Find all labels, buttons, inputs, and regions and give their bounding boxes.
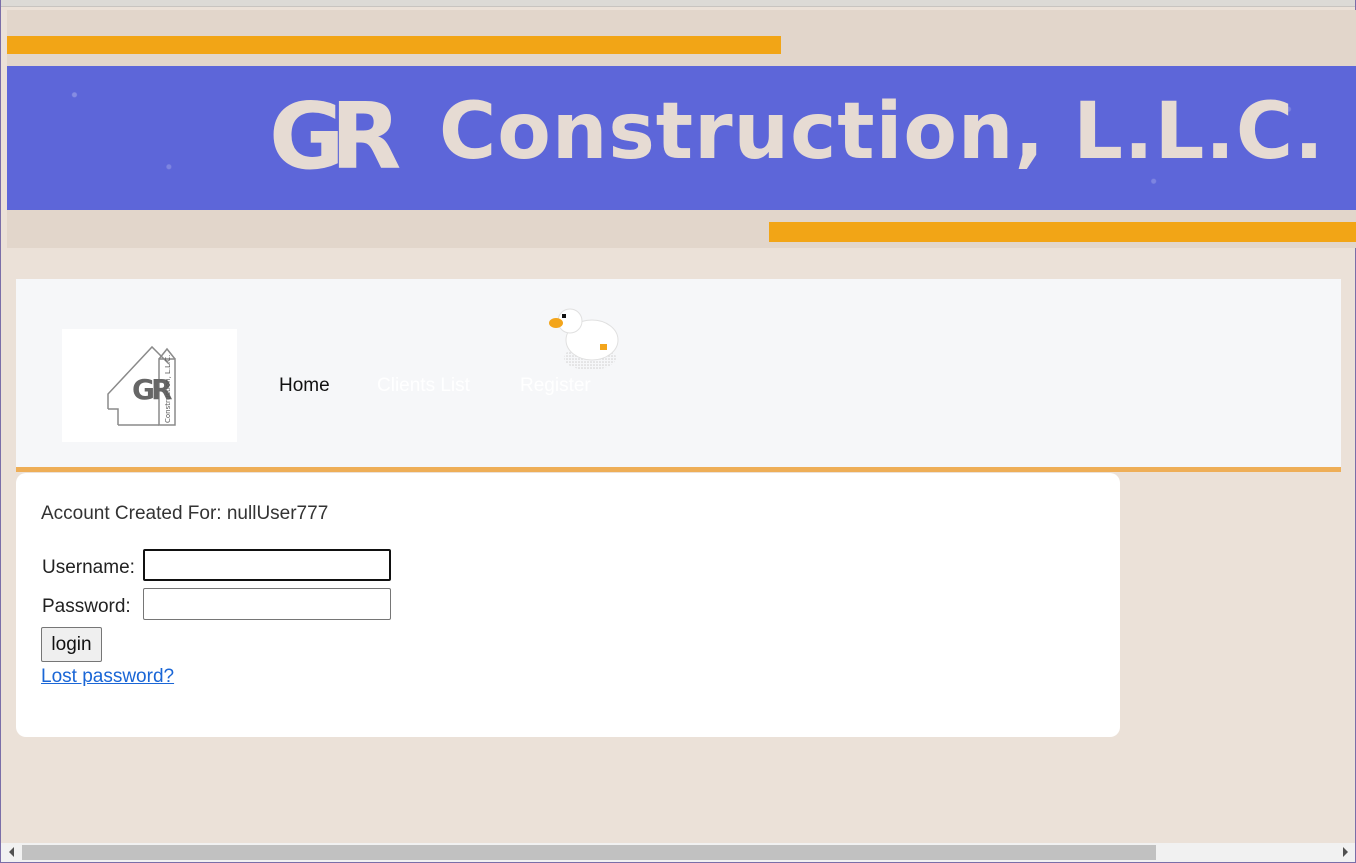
banner-stripe-top — [7, 36, 781, 54]
lost-password-link[interactable]: Lost password? — [41, 666, 174, 688]
password-input[interactable] — [143, 588, 391, 620]
banner-stripe-bottom — [769, 222, 1356, 242]
nav-link-home[interactable]: Home — [279, 375, 330, 397]
chevron-left-icon[interactable] — [9, 847, 14, 857]
nav-logo[interactable]: GR Construction, L.L.C. — [62, 329, 237, 442]
duck-icon[interactable] — [548, 304, 620, 372]
svg-text:Construction, L.L.C.: Construction, L.L.C. — [164, 355, 172, 423]
password-label: Password: — [42, 596, 131, 617]
navbar: GR Construction, L.L.C. Home Clients Lis… — [16, 279, 1341, 472]
login-button[interactable]: login — [41, 627, 102, 662]
banner-gr-logo: GR — [269, 83, 401, 190]
nav-link-register[interactable]: Register — [520, 375, 591, 397]
login-card: Account Created For: nullUser777 Usernam… — [16, 473, 1120, 737]
top-edge — [1, 0, 1355, 7]
header-banner: GR Construction, L.L.C. — [7, 10, 1356, 248]
username-label: Username: — [42, 557, 135, 578]
horizontal-scrollbar[interactable] — [1, 843, 1355, 862]
scrollbar-thumb[interactable] — [22, 845, 1156, 860]
username-input[interactable] — [143, 549, 391, 581]
nav-link-clients-list[interactable]: Clients List — [377, 375, 470, 397]
company-logo-icon: GR Construction, L.L.C. — [107, 345, 176, 426]
chevron-right-icon[interactable] — [1343, 847, 1348, 857]
account-created-message: Account Created For: nullUser777 — [41, 503, 329, 524]
banner-title: Construction, L.L.C. — [439, 87, 1325, 177]
